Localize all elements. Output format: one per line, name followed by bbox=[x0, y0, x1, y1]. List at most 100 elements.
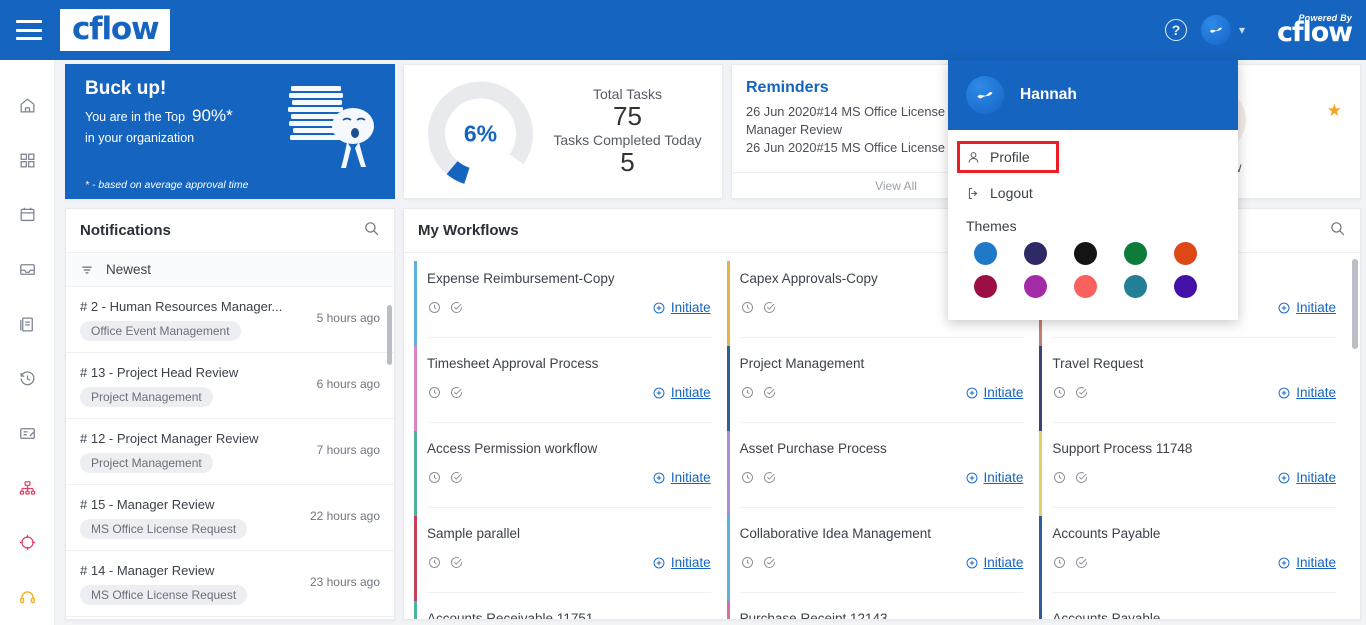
user-avatar-icon[interactable] bbox=[1200, 15, 1231, 45]
sidebar-item-forms[interactable] bbox=[7, 406, 47, 461]
sidebar-item-support[interactable] bbox=[7, 570, 47, 625]
workflow-card[interactable]: Travel Request Initiate bbox=[1039, 346, 1344, 431]
workflows-scrollbar[interactable] bbox=[1352, 259, 1358, 349]
workflow-card[interactable]: Asset Purchase Process Initiate bbox=[726, 431, 1032, 516]
check-circle-icon[interactable] bbox=[449, 470, 464, 485]
workflow-card[interactable]: Accounts PayableInitiate bbox=[1039, 516, 1344, 601]
workflow-card[interactable]: Sample parallel Initiate bbox=[414, 516, 719, 601]
check-circle-icon[interactable] bbox=[1074, 385, 1089, 400]
check-circle-icon[interactable] bbox=[449, 300, 464, 315]
initiate-button[interactable]: Initiate bbox=[1277, 555, 1336, 570]
clock-icon[interactable] bbox=[740, 555, 755, 570]
theme-swatch[interactable] bbox=[1174, 275, 1197, 298]
clock-icon[interactable] bbox=[1052, 555, 1067, 570]
notification-title: # 13 - Project Head Review bbox=[80, 365, 239, 380]
workflow-card[interactable]: Accounts Receivable 11751Initiate bbox=[414, 601, 719, 619]
workflow-divider bbox=[427, 592, 711, 593]
workflow-card[interactable]: Support Process 11748 Initiate bbox=[1039, 431, 1344, 516]
check-circle-icon[interactable] bbox=[1074, 470, 1089, 485]
initiate-button[interactable]: Initiate bbox=[1277, 385, 1336, 400]
initiate-label: Initiate bbox=[983, 385, 1024, 400]
app-logo[interactable]: cflow bbox=[60, 9, 171, 51]
clock-icon[interactable] bbox=[740, 470, 755, 485]
list-item[interactable]: # 15 - Manager Review MS Office License … bbox=[66, 485, 394, 551]
search-icon[interactable] bbox=[1329, 220, 1346, 242]
theme-swatch[interactable] bbox=[1074, 242, 1097, 265]
workflow-card[interactable]: Purchase Receipt 12143Initiate bbox=[726, 601, 1032, 619]
workflow-card[interactable]: Collaborative Idea Management Initiate bbox=[726, 516, 1032, 601]
completed-today-value: 5 bbox=[620, 146, 635, 177]
sidebar-item-inbox[interactable] bbox=[7, 242, 47, 297]
initiate-button[interactable]: Initiate bbox=[965, 385, 1024, 400]
list-item[interactable]: # 14 - Manager Review MS Office License … bbox=[66, 551, 394, 617]
notifications-list: # 2 - Human Resources Manager... Office … bbox=[66, 287, 394, 619]
clock-icon[interactable] bbox=[427, 385, 442, 400]
list-item[interactable]: # 13 - Project Head Review Project Manag… bbox=[66, 353, 394, 419]
logout-menu-item[interactable]: Logout bbox=[948, 180, 1238, 206]
workflow-card[interactable]: Timesheet Approval Process Initiate bbox=[414, 346, 719, 431]
theme-swatch[interactable] bbox=[974, 275, 997, 298]
sidebar-item-workflow[interactable] bbox=[7, 461, 47, 516]
search-icon[interactable] bbox=[363, 220, 380, 242]
list-item[interactable]: # 12 - Project Manager Review Project Ma… bbox=[66, 419, 394, 485]
clock-icon[interactable] bbox=[427, 470, 442, 485]
workflow-card[interactable]: Accounts PayableInitiate bbox=[1039, 601, 1344, 619]
initiate-button[interactable]: Initiate bbox=[652, 300, 711, 315]
check-circle-icon[interactable] bbox=[762, 300, 777, 315]
initiate-button[interactable]: Initiate bbox=[965, 470, 1024, 485]
clock-icon[interactable] bbox=[740, 300, 755, 315]
initiate-button[interactable]: Initiate bbox=[652, 555, 711, 570]
initiate-label: Initiate bbox=[670, 470, 711, 485]
notifications-sort-control[interactable]: Newest bbox=[66, 253, 394, 287]
sidebar-item-history[interactable] bbox=[7, 352, 47, 407]
check-circle-icon[interactable] bbox=[762, 470, 777, 485]
check-circle-icon[interactable] bbox=[449, 555, 464, 570]
check-circle-icon[interactable] bbox=[1074, 555, 1089, 570]
list-item[interactable]: # 2 - Human Resources Manager... Office … bbox=[66, 287, 394, 353]
theme-swatch[interactable] bbox=[1174, 242, 1197, 265]
sidebar-item-dashboard[interactable] bbox=[7, 133, 47, 188]
clock-icon[interactable] bbox=[427, 300, 442, 315]
theme-swatch[interactable] bbox=[974, 242, 997, 265]
clock-icon[interactable] bbox=[427, 555, 442, 570]
initiate-label: Initiate bbox=[983, 470, 1024, 485]
workflow-card[interactable]: Project Management Initiate bbox=[726, 346, 1032, 431]
chevron-down-icon[interactable]: ▾ bbox=[1239, 23, 1245, 37]
sidebar-item-reports[interactable] bbox=[7, 297, 47, 352]
theme-swatch[interactable] bbox=[1124, 242, 1147, 265]
initiate-button[interactable]: Initiate bbox=[652, 470, 711, 485]
theme-swatch[interactable] bbox=[1024, 275, 1047, 298]
clock-icon[interactable] bbox=[1052, 385, 1067, 400]
app-logo-text: cflow bbox=[72, 10, 160, 47]
notifications-scrollbar[interactable] bbox=[387, 305, 392, 365]
notification-time: 23 hours ago bbox=[309, 575, 380, 589]
sidebar-item-target[interactable] bbox=[7, 516, 47, 571]
plus-circle-icon bbox=[653, 557, 665, 568]
initiate-button[interactable]: Initiate bbox=[1277, 470, 1336, 485]
clock-icon[interactable] bbox=[740, 385, 755, 400]
target-icon bbox=[19, 535, 35, 551]
total-tasks-card: 6% Total Tasks 75 Tasks Completed Today … bbox=[403, 64, 723, 199]
hamburger-icon[interactable] bbox=[16, 20, 42, 40]
plus-circle-icon bbox=[966, 472, 977, 483]
theme-swatch[interactable] bbox=[1024, 242, 1047, 265]
workflow-card[interactable]: Expense Reimbursement-Copy Initiate bbox=[414, 261, 719, 346]
check-circle-icon[interactable] bbox=[762, 385, 777, 400]
profile-menu-label: Profile bbox=[990, 149, 1030, 165]
workflow-name: Project Management bbox=[739, 356, 865, 371]
workflow-card[interactable]: Access Permission workflow Initiate bbox=[414, 431, 719, 516]
initiate-button[interactable]: Initiate bbox=[1277, 300, 1336, 315]
sidebar-item-calendar[interactable] bbox=[7, 187, 47, 242]
initiate-button[interactable]: Initiate bbox=[652, 385, 711, 400]
sidebar-item-home[interactable] bbox=[7, 78, 47, 133]
check-circle-icon[interactable] bbox=[762, 555, 777, 570]
clock-icon[interactable] bbox=[1052, 470, 1067, 485]
user-avatar-icon[interactable] bbox=[966, 76, 1004, 114]
notification-time: 7 hours ago bbox=[316, 443, 380, 457]
check-circle-icon[interactable] bbox=[449, 385, 464, 400]
theme-swatch[interactable] bbox=[1124, 275, 1147, 298]
help-circle-icon[interactable]: ? bbox=[1164, 19, 1187, 41]
initiate-button[interactable]: Initiate bbox=[965, 555, 1023, 570]
theme-swatch[interactable] bbox=[1074, 275, 1097, 298]
profile-menu-item[interactable]: Profile bbox=[957, 141, 1059, 173]
